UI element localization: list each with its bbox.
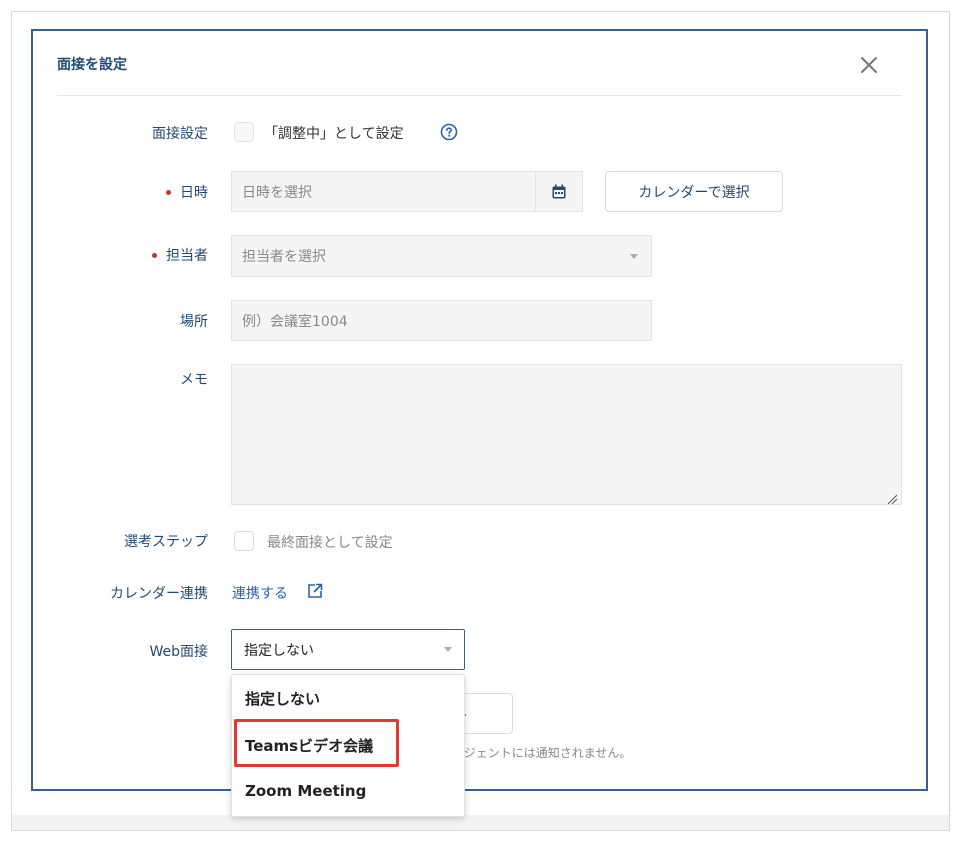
- notice-text: ージェントには通知されません。: [452, 746, 632, 760]
- calendar-link-label: カレンダー連携: [110, 586, 208, 602]
- location-label: 場所: [180, 314, 208, 330]
- external-link-icon[interactable]: [306, 582, 324, 600]
- required-indicator: [152, 252, 157, 258]
- calendar-select-button[interactable]: カレンダーで選択: [605, 171, 783, 212]
- memo-label: メモ: [180, 372, 208, 388]
- calendar-icon[interactable]: [535, 171, 582, 212]
- chevron-down-icon: [444, 647, 452, 652]
- web-interview-label: Web面接: [149, 644, 208, 660]
- final-interview-text: 最終面接として設定: [267, 535, 393, 551]
- calendar-link[interactable]: 連携する: [232, 583, 288, 603]
- pending-checkbox[interactable]: [234, 122, 254, 142]
- dropdown-option-none[interactable]: 指定しない: [245, 688, 320, 709]
- modal-title: 面接を設定: [57, 57, 127, 73]
- location-input[interactable]: 例）会議室1004: [231, 300, 652, 341]
- dropdown-option-zoom[interactable]: Zoom Meeting: [245, 782, 366, 800]
- datetime-input[interactable]: 日時を選択: [231, 171, 583, 212]
- chevron-down-icon: [630, 254, 638, 259]
- close-icon[interactable]: [857, 53, 881, 77]
- final-interview-checkbox[interactable]: [234, 531, 254, 551]
- selection-step-label: 選考ステップ: [124, 534, 208, 550]
- assignee-label-text: 担当者: [166, 248, 208, 264]
- web-interview-select[interactable]: 指定しない: [231, 629, 465, 670]
- datetime-label-text: 日時: [180, 185, 208, 201]
- required-indicator: [166, 189, 171, 195]
- assignee-select[interactable]: 担当者を選択: [231, 235, 652, 277]
- pending-checkbox-text: 「調整中」として設定: [264, 126, 404, 142]
- highlight-annotation: [234, 719, 399, 767]
- resize-grip-icon[interactable]: [886, 490, 898, 505]
- header-divider: [57, 95, 902, 96]
- page-bottom-strip: [12, 815, 949, 830]
- question-circle-icon[interactable]: [440, 123, 458, 141]
- datetime-label: 日時: [8, 182, 208, 202]
- assignee-label: 担当者: [8, 245, 208, 265]
- memo-textarea[interactable]: [231, 364, 902, 505]
- interview-setting-label: 面接設定: [152, 126, 208, 142]
